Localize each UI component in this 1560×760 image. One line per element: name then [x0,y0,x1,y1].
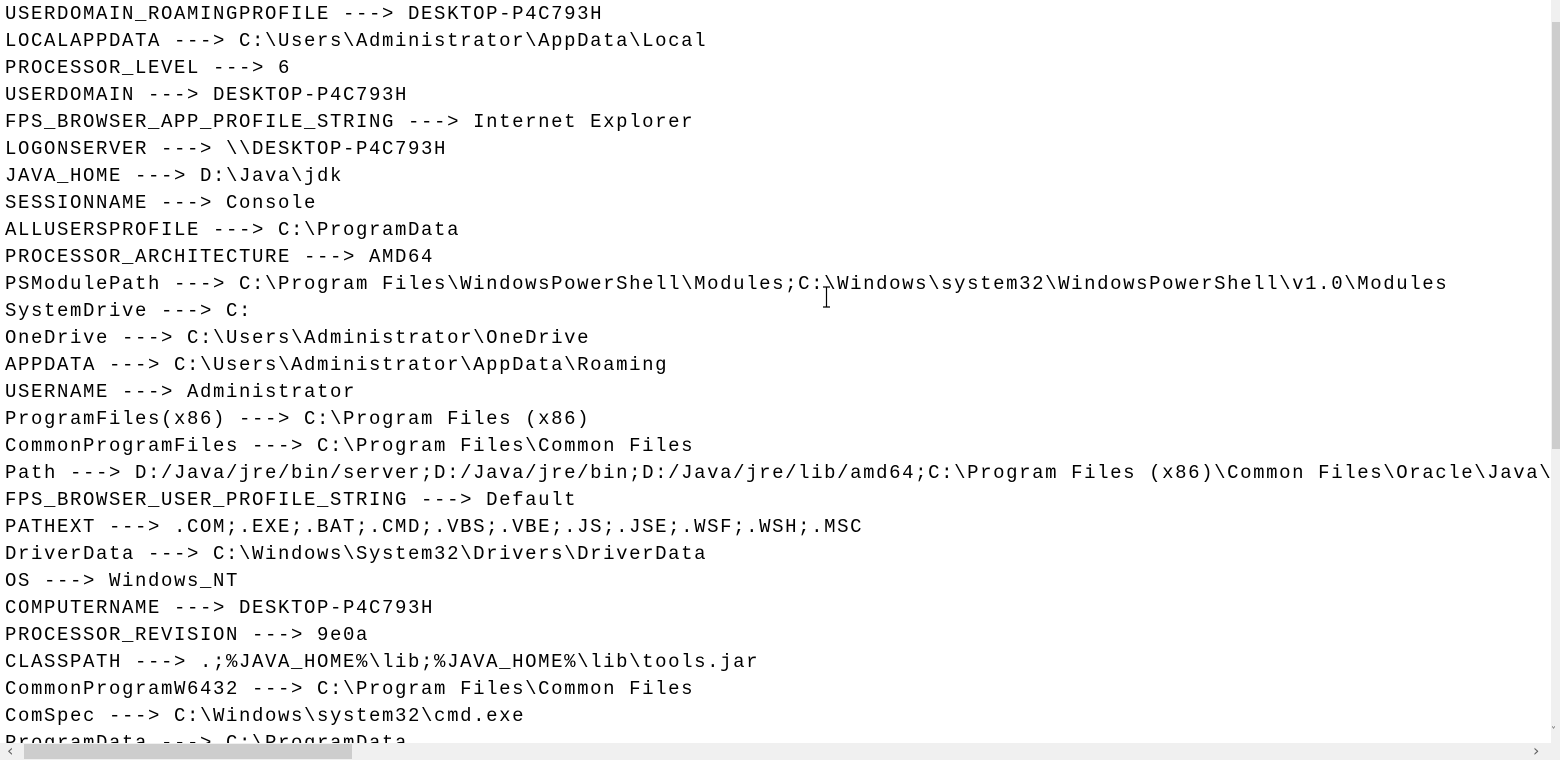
output-line: SESSIONNAME ---> Console [5,192,318,214]
output-line: CLASSPATH ---> .;%JAVA_HOME%\lib;%JAVA_H… [5,651,760,673]
scroll-left-icon[interactable]: ‹ [7,741,13,760]
output-line: ComSpec ---> C:\Windows\system32\cmd.exe [5,705,526,727]
text-cursor-icon [823,286,830,308]
output-line: ProgramData ---> C:\ProgramData [5,732,409,743]
output-line: USERDOMAIN_ROAMINGPROFILE ---> DESKTOP-P… [5,3,604,25]
scroll-down-icon[interactable]: ˅ [1551,726,1556,737]
output-line: LOCALAPPDATA ---> C:\Users\Administrator… [5,30,708,52]
output-line: PROCESSOR_REVISION ---> 9e0a [5,624,370,646]
output-line: FPS_BROWSER_APP_PROFILE_STRING ---> Inte… [5,111,695,133]
vertical-scroll-thumb[interactable] [1552,22,1560,449]
vertical-scrollbar[interactable]: ˄ ˅ [1551,0,1560,743]
output-line: ProgramFiles(x86) ---> C:\Program Files … [5,408,591,430]
output-line: USERNAME ---> Administrator [5,381,357,403]
output-line: CommonProgramW6432 ---> C:\Program Files… [5,678,695,700]
output-line: OneDrive ---> C:\Users\Administrator\One… [5,327,591,349]
horizontal-scroll-thumb[interactable] [24,744,352,759]
output-line: CommonProgramFiles ---> C:\Program Files… [5,435,695,457]
output-line: LOGONSERVER ---> \\DESKTOP-P4C793H [5,138,448,160]
output-line: PROCESSOR_LEVEL ---> 6 [5,57,292,79]
output-line: USERDOMAIN ---> DESKTOP-P4C793H [5,84,409,106]
output-line: DriverData ---> C:\Windows\System32\Driv… [5,543,708,565]
console-output[interactable]: USERDOMAIN_ROAMINGPROFILE ---> DESKTOP-P… [0,0,1551,743]
output-line: APPDATA ---> C:\Users\Administrator\AppD… [5,354,669,376]
scroll-up-icon[interactable]: ˄ [1551,0,1556,8]
output-line: PSModulePath ---> C:\Program Files\Windo… [5,273,1449,295]
output-line: OS ---> Windows_NT [5,570,240,592]
output-line: FPS_BROWSER_USER_PROFILE_STRING ---> Def… [5,489,578,511]
output-line: SystemDrive ---> C: [5,300,253,322]
horizontal-scrollbar[interactable]: ‹ › [0,741,1551,760]
scrollbar-corner [1551,743,1560,760]
output-line: ALLUSERSPROFILE ---> C:\ProgramData [5,219,461,241]
output-line: Path ---> D:/Java/jre/bin/server;D:/Java… [5,462,1551,484]
output-line: COMPUTERNAME ---> DESKTOP-P4C793H [5,597,435,619]
scroll-right-icon[interactable]: › [1533,741,1539,760]
output-line: JAVA_HOME ---> D:\Java\jdk [5,165,344,187]
output-line: PATHEXT ---> .COM;.EXE;.BAT;.CMD;.VBS;.V… [5,516,864,538]
output-line: PROCESSOR_ARCHITECTURE ---> AMD64 [5,246,435,268]
